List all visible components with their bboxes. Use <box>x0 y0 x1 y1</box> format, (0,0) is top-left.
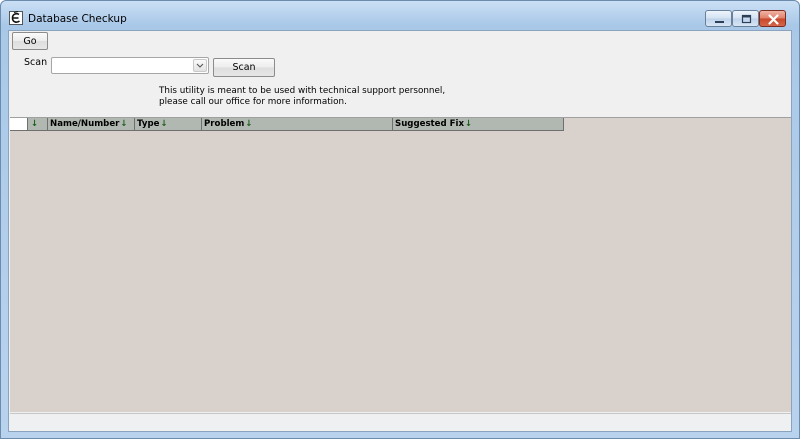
info-message: This utility is meant to be used with te… <box>159 86 445 108</box>
dropdown-arrow-button[interactable] <box>193 59 207 72</box>
column-header-select[interactable] <box>10 118 28 131</box>
column-header-suggested-fix[interactable]: Suggested Fix↓ <box>393 118 564 131</box>
maximize-button[interactable] <box>732 10 759 27</box>
sort-arrow-icon: ↓ <box>245 119 253 129</box>
maximize-icon <box>741 14 752 24</box>
scan-label: Scan <box>24 57 48 68</box>
chevron-down-icon <box>196 63 204 68</box>
sort-arrow-icon: ↓ <box>160 119 168 129</box>
title-bar[interactable]: Database Checkup <box>1 1 799 30</box>
minimize-button[interactable] <box>705 10 732 27</box>
window-title: Database Checkup <box>28 13 127 25</box>
sort-arrow-icon: ↓ <box>31 119 39 129</box>
grid-header: ↓ Name/Number↓ Type↓ Problem↓ Suggested … <box>10 118 564 131</box>
application-window: Database Checkup Go Scan Scan This utili… <box>0 0 800 439</box>
column-problem-label: Problem <box>204 119 245 129</box>
app-e-icon <box>9 11 23 25</box>
info-line-2: please call our office for more informat… <box>159 97 347 107</box>
column-header-type[interactable]: Type↓ <box>135 118 202 131</box>
column-header-flag[interactable]: ↓ <box>28 118 48 131</box>
status-bar <box>10 413 791 430</box>
sort-arrow-icon: ↓ <box>120 119 128 129</box>
minimize-icon <box>715 21 724 23</box>
go-button[interactable]: Go <box>12 32 48 50</box>
scan-button[interactable]: Scan <box>213 58 275 77</box>
info-line-1: This utility is meant to be used with te… <box>159 86 446 96</box>
close-button[interactable] <box>759 10 786 27</box>
results-grid[interactable]: ↓ Name/Number↓ Type↓ Problem↓ Suggested … <box>10 117 791 412</box>
column-name-label: Name/Number <box>50 119 120 129</box>
close-icon <box>768 14 779 25</box>
scan-dropdown[interactable] <box>51 57 209 74</box>
client-area: Go Scan Scan This utility is meant to be… <box>8 30 792 432</box>
column-header-problem[interactable]: Problem↓ <box>202 118 393 131</box>
sort-arrow-icon: ↓ <box>465 119 473 129</box>
column-fix-label: Suggested Fix <box>395 119 464 129</box>
column-header-name-number[interactable]: Name/Number↓ <box>48 118 135 131</box>
column-type-label: Type <box>137 119 160 129</box>
